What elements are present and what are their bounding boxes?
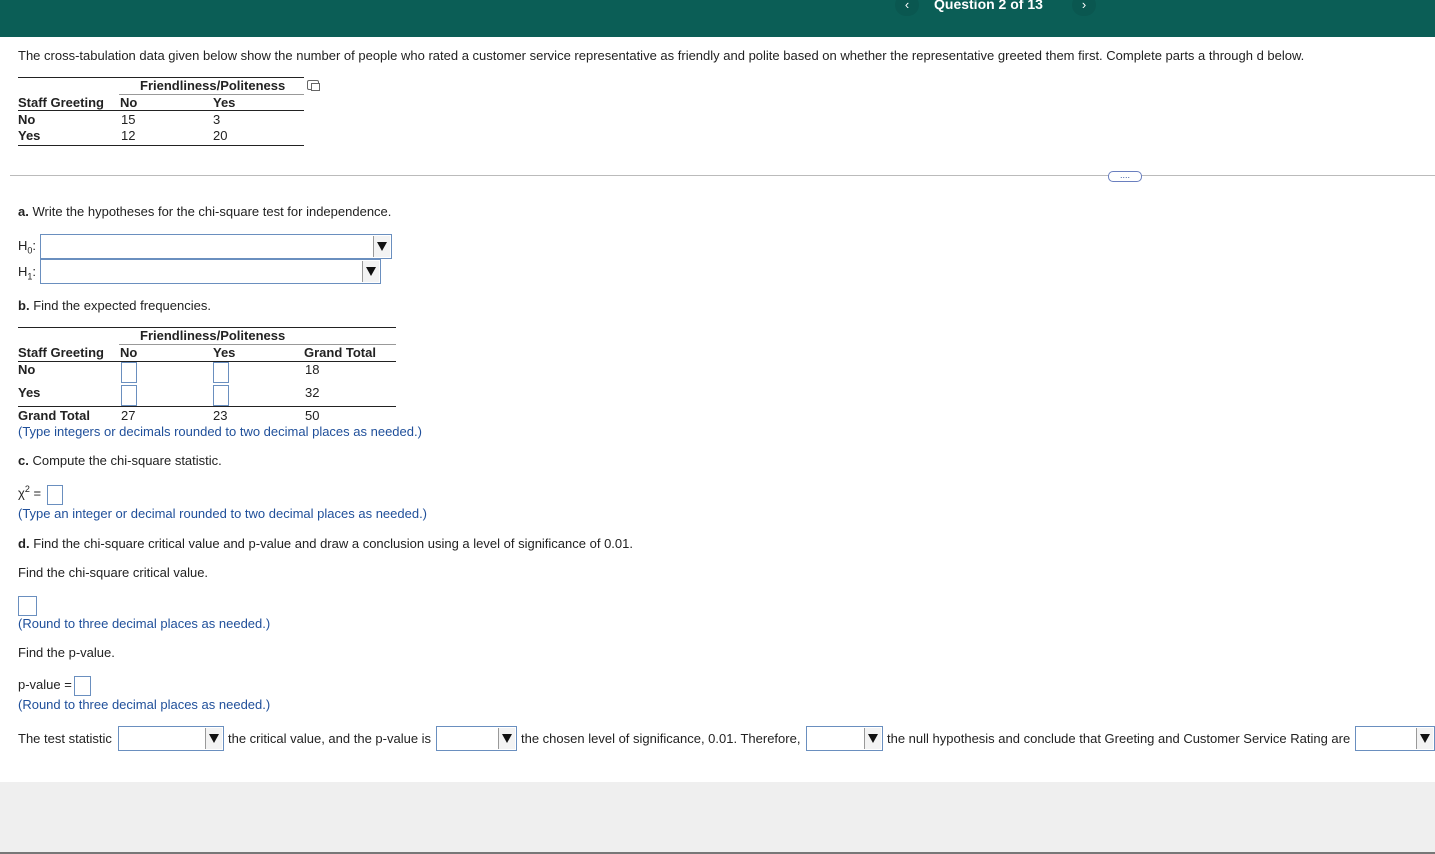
part-b-letter: b. [18,298,30,313]
part-a-letter: a. [18,204,29,219]
part-d-text: Find the chi-square critical value and p… [33,536,633,551]
h0-label: H0: [18,238,36,256]
table1-col-yes: Yes [213,95,236,110]
table2-total-cell: 32 [305,385,320,400]
part-c-hint: (Type an integer or decimal rounded to t… [18,506,428,521]
critical-value-prompt: Find the chi-square critical value. [18,565,209,580]
footer-area [0,782,1435,852]
conclusion-text-1: The test statistic [18,731,112,746]
chevron-down-icon [1416,728,1433,749]
table1-row-label: No [18,112,36,127]
part-b-prompt: b. Find the expected frequencies. [18,298,211,313]
critical-value-hint: (Round to three decimal places as needed… [18,616,271,631]
chevron-down-icon [362,261,379,282]
table1-cell: 12 [121,128,136,143]
part-d-letter: d. [18,536,30,551]
part-c-text: Compute the chi-square statistic. [32,453,222,468]
edge-marker: ▕ [1428,2,1435,16]
h1-dropdown[interactable] [40,259,381,284]
table2-total-rule [18,406,396,407]
chevron-down-icon [498,728,515,749]
previous-question-button[interactable]: ‹ [895,0,919,16]
p-value-label: p-value = [18,677,72,692]
chi-square-input[interactable] [47,485,63,505]
more-options-button[interactable]: .... [1108,171,1142,182]
part-b-hint: (Type integers or decimals rounded to tw… [18,424,422,439]
part-a-text: Write the hypotheses for the chi-square … [32,204,392,219]
expected-yes-yes-input[interactable] [213,385,229,406]
table2-col-total: Grand Total [304,345,376,360]
chevron-down-icon [864,728,881,749]
part-c-prompt: c. Compute the chi-square statistic. [18,453,222,468]
h0-dropdown[interactable] [40,234,392,259]
chevron-down-icon [205,728,222,749]
chi-superscript: 2 [24,484,30,494]
h0-letter: H [18,238,28,253]
expected-yes-no-input[interactable] [121,385,137,406]
chi-symbol: χ [18,485,25,501]
copy-data-icon[interactable] [307,80,320,91]
table2-grand-cell: 50 [305,408,320,423]
table1-row-label: Yes [18,128,41,143]
conclusion-text-4: the null hypothesis and conclude that Gr… [887,731,1351,746]
table1-col-no: No [120,95,138,110]
p-value-input[interactable] [74,676,91,696]
p-value-prompt: Find the p-value. [18,645,115,660]
h0-colon: : [32,238,37,253]
test-statistic-comparison-dropdown[interactable] [118,726,224,751]
table2-header-rule [18,361,396,362]
table2-row-header: Staff Greeting [18,345,104,360]
conclusion-text-3: the chosen level of significance, 0.01. … [521,731,801,746]
table1-cell: 20 [213,128,228,143]
expected-no-yes-input[interactable] [213,362,229,383]
chevron-down-icon [373,236,390,257]
table1-cell: 15 [121,112,136,127]
table1-cell: 3 [213,112,221,127]
p-value-comparison-dropdown[interactable] [436,726,517,751]
top-bar: ‹ Question 2 of 13 › ▕ [0,0,1435,37]
p-value-hint: (Round to three decimal places as needed… [18,697,271,712]
question-label: Question 2 of 13 [934,0,1043,12]
table2-group-header: Friendliness/Politeness [140,328,286,343]
table1-bottom-rule [18,145,304,146]
part-d-prompt: d. Find the chi-square critical value an… [18,536,633,551]
table2-grand-label: Grand Total [18,408,90,423]
table2-total-cell: 18 [305,362,320,377]
conclusion-text-2: the critical value, and the p-value is [228,731,432,746]
part-a-prompt: a. Write the hypotheses for the chi-squa… [18,204,391,219]
expected-no-no-input[interactable] [121,362,137,383]
h1-letter: H [18,264,28,279]
part-c-letter: c. [18,453,29,468]
table2-col-yes: Yes [213,345,236,360]
table1-header-rule [18,110,304,111]
section-divider [10,175,1435,176]
part-b-text: Find the expected frequencies. [33,298,211,313]
reject-decision-dropdown[interactable] [806,726,883,751]
table2-row-label: No [18,362,36,377]
table1-group-header: Friendliness/Politeness [140,78,286,93]
table1-group-rule [119,94,304,95]
independence-dropdown[interactable] [1355,726,1435,751]
next-question-button[interactable]: › [1072,0,1096,16]
chi-square-label: χ2 = [18,484,41,500]
table2-grand-cell: 27 [121,408,136,423]
h1-colon: : [32,264,37,279]
intro-text: The cross-tabulation data given below sh… [18,48,1305,63]
chi-equals: = [33,485,42,501]
h1-label: H1: [18,264,36,282]
table2-grand-cell: 23 [213,408,228,423]
table2-col-no: No [120,345,138,360]
critical-value-input[interactable] [18,596,37,616]
table1-row-header: Staff Greeting [18,95,104,110]
table2-row-label: Yes [18,385,41,400]
